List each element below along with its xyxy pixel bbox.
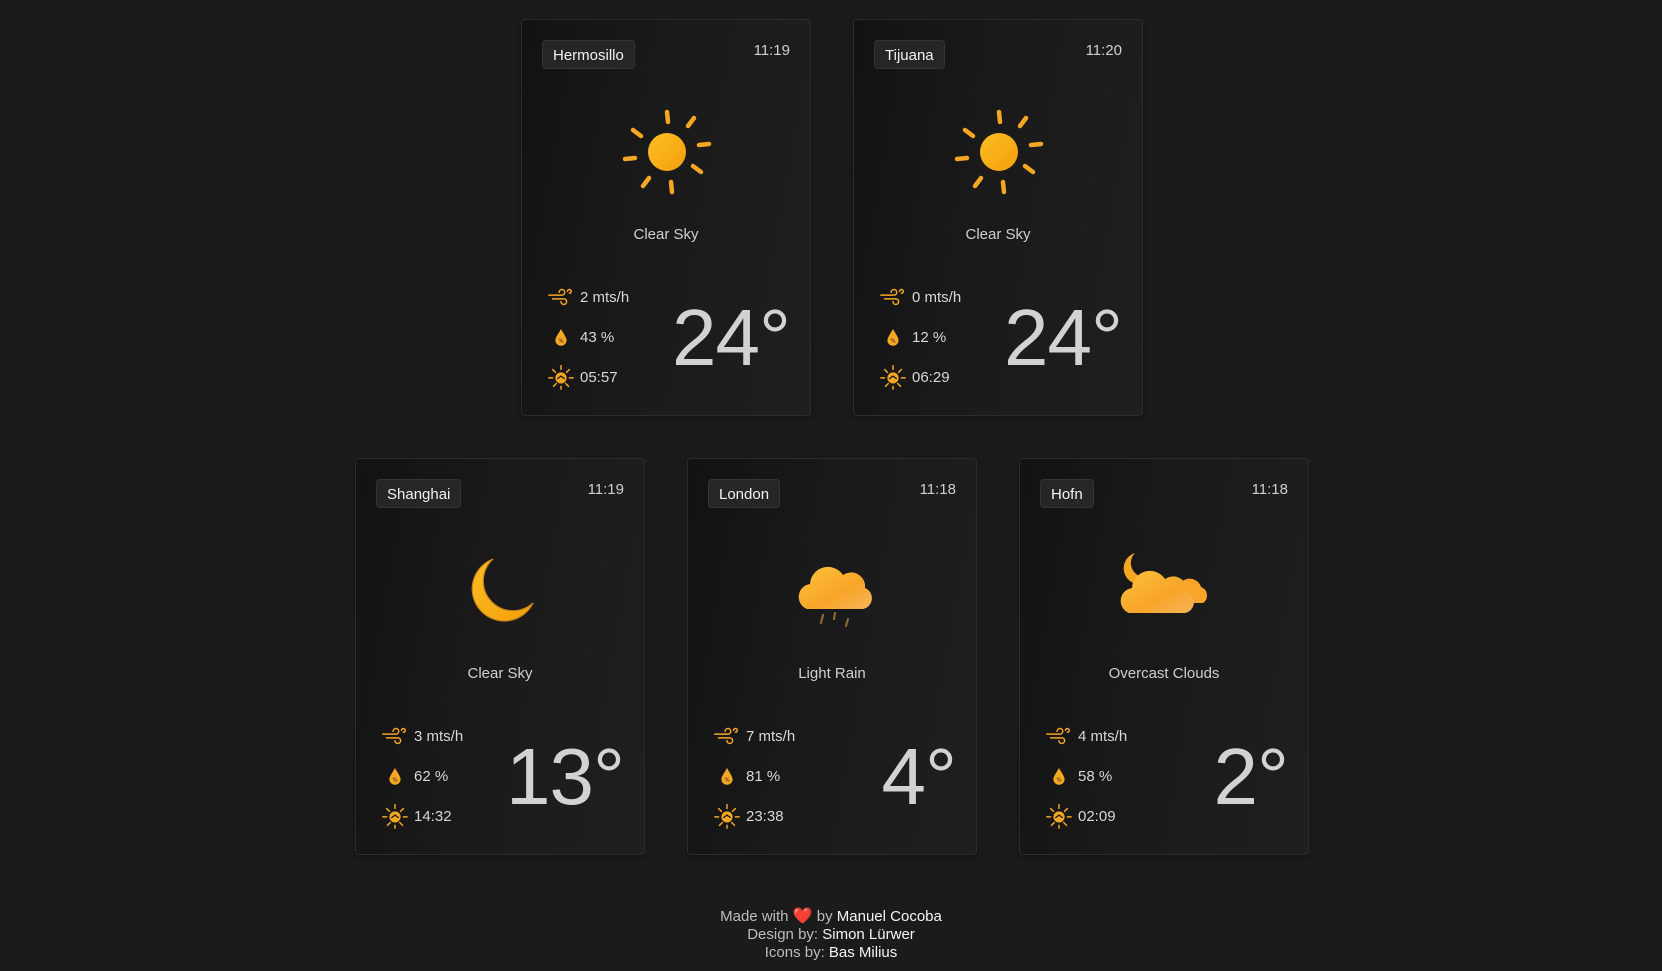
wind-speed: 4 mts/h bbox=[1078, 727, 1128, 745]
overcast-night-cloud-icon bbox=[1115, 541, 1215, 641]
wind-icon bbox=[1044, 722, 1074, 750]
moon-icon bbox=[451, 541, 551, 641]
humidity-drop-icon: % bbox=[546, 323, 576, 351]
humidity-stat: % 12 % bbox=[878, 323, 946, 351]
svg-text:%: % bbox=[558, 339, 563, 345]
wind-speed: 7 mts/h bbox=[746, 727, 796, 745]
humidity-drop-icon: % bbox=[878, 323, 908, 351]
wind-stat: 2 mts/h bbox=[546, 283, 629, 311]
weather-card-hermosillo: Hermosillo 11:19 Clear Sky 2 mts/h % 43 … bbox=[521, 19, 811, 416]
sun-icon bbox=[617, 102, 717, 202]
humidity-stat: % 81 % bbox=[712, 762, 780, 790]
humidity-stat: % 43 % bbox=[546, 323, 614, 351]
temperature: 24° bbox=[672, 293, 791, 382]
sunrise-time: 02:09 bbox=[1078, 807, 1116, 825]
weather-card-hofn: Hofn 11:18 Overcast Clouds 4 mts/h % 58 … bbox=[1019, 458, 1309, 855]
icon-author-link[interactable]: Bas Milius bbox=[829, 944, 897, 961]
humidity-value: 43 % bbox=[580, 328, 615, 346]
heart-icon: ❤️ bbox=[792, 908, 813, 925]
weather-description: Clear Sky bbox=[965, 226, 1031, 243]
humidity-drop-icon: % bbox=[1044, 762, 1074, 790]
local-time: 11:18 bbox=[919, 481, 956, 498]
humidity-drop-icon: % bbox=[712, 762, 742, 790]
svg-text:%: % bbox=[392, 778, 397, 784]
wind-icon bbox=[380, 722, 410, 750]
svg-text:%: % bbox=[724, 778, 729, 784]
svg-text:%: % bbox=[890, 339, 895, 345]
credits-footer: Made with ❤️ by Manuel Cocoba Design by:… bbox=[0, 908, 1662, 962]
wind-stat: 0 mts/h bbox=[878, 283, 961, 311]
sunrise-time: 23:38 bbox=[746, 807, 784, 825]
temperature: 2° bbox=[1213, 732, 1289, 821]
author-link[interactable]: Manuel Cocoba bbox=[837, 908, 942, 925]
rain-cloud-icon bbox=[783, 541, 883, 641]
wind-speed: 0 mts/h bbox=[912, 288, 962, 306]
city-name: Hermosillo bbox=[542, 40, 635, 69]
weather-card-london: London 11:18 Light Rain 7 mts/h % 81 % 2… bbox=[687, 458, 977, 855]
wind-speed: 2 mts/h bbox=[580, 288, 630, 306]
sunrise-time: 14:32 bbox=[414, 807, 452, 825]
weather-description: Clear Sky bbox=[467, 665, 533, 682]
wind-stat: 3 mts/h bbox=[380, 722, 463, 750]
credits-line-design: Design by: Simon Lürwer bbox=[747, 926, 915, 943]
weather-description: Light Rain bbox=[798, 665, 866, 682]
sunrise-icon bbox=[546, 363, 576, 391]
sunrise-icon bbox=[878, 363, 908, 391]
sunrise-stat: 05:57 bbox=[546, 363, 618, 391]
humidity-value: 12 % bbox=[912, 328, 947, 346]
sunrise-stat: 02:09 bbox=[1044, 802, 1116, 830]
sun-icon bbox=[949, 102, 1049, 202]
sunrise-stat: 06:29 bbox=[878, 363, 950, 391]
local-time: 11:19 bbox=[753, 42, 790, 59]
sunrise-stat: 23:38 bbox=[712, 802, 784, 830]
local-time: 11:19 bbox=[587, 481, 624, 498]
credits-line-made: Made with ❤️ by Manuel Cocoba bbox=[720, 908, 942, 925]
sunrise-icon bbox=[380, 802, 410, 830]
wind-icon bbox=[712, 722, 742, 750]
wind-stat: 7 mts/h bbox=[712, 722, 795, 750]
wind-icon bbox=[546, 283, 576, 311]
weather-description: Overcast Clouds bbox=[1108, 665, 1220, 682]
wind-speed: 3 mts/h bbox=[414, 727, 464, 745]
designer-link[interactable]: Simon Lürwer bbox=[822, 926, 915, 943]
sunrise-time: 05:57 bbox=[580, 368, 618, 386]
weather-dashboard: Hermosillo 11:19 Clear Sky 2 mts/h % 43 … bbox=[0, 0, 1662, 971]
credits-line-icons: Icons by: Bas Milius bbox=[764, 944, 898, 961]
local-time: 11:20 bbox=[1085, 42, 1122, 59]
city-name: Tijuana bbox=[874, 40, 945, 69]
weather-card-shanghai: Shanghai 11:19 Clear Sky 3 mts/h % 62 % … bbox=[355, 458, 645, 855]
sunrise-icon bbox=[1044, 802, 1074, 830]
temperature: 13° bbox=[506, 732, 625, 821]
city-name: London bbox=[708, 479, 781, 508]
svg-text:%: % bbox=[1056, 778, 1061, 784]
temperature: 4° bbox=[881, 732, 957, 821]
wind-stat: 4 mts/h bbox=[1044, 722, 1127, 750]
sunrise-stat: 14:32 bbox=[380, 802, 452, 830]
sunrise-time: 06:29 bbox=[912, 368, 950, 386]
humidity-stat: % 62 % bbox=[380, 762, 448, 790]
local-time: 11:18 bbox=[1251, 481, 1288, 498]
wind-icon bbox=[878, 283, 908, 311]
humidity-value: 58 % bbox=[1078, 767, 1113, 785]
sunrise-icon bbox=[712, 802, 742, 830]
temperature: 24° bbox=[1004, 293, 1123, 382]
weather-description: Clear Sky bbox=[633, 226, 699, 243]
humidity-value: 62 % bbox=[414, 767, 449, 785]
city-name: Shanghai bbox=[376, 479, 462, 508]
humidity-stat: % 58 % bbox=[1044, 762, 1112, 790]
city-name: Hofn bbox=[1040, 479, 1094, 508]
humidity-value: 81 % bbox=[746, 767, 781, 785]
humidity-drop-icon: % bbox=[380, 762, 410, 790]
weather-card-tijuana: Tijuana 11:20 Clear Sky 0 mts/h % 12 % 0… bbox=[853, 19, 1143, 416]
